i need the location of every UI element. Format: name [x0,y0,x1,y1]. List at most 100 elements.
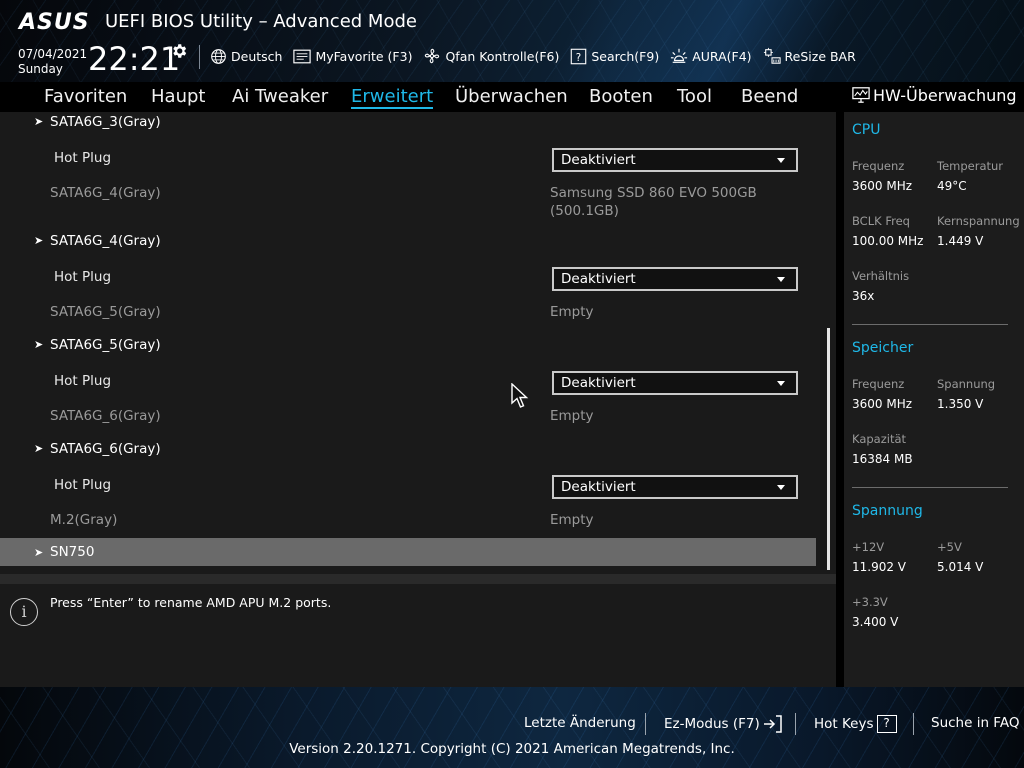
device-name: Samsung SSD 860 EVO 500GB [550,185,757,201]
resize-bar-button[interactable]: ReSize BAR [763,47,856,65]
hot-keys-button[interactable]: Hot Keys ? [814,715,897,733]
help-text: Press “Enter” to rename AMD APU M.2 port… [50,595,332,610]
v5-label: +5V [937,540,962,554]
mem-freq-label: Frequenz [852,377,905,391]
faq-label: Suche in FAQ [931,715,1020,731]
hot-plug-dropdown[interactable]: Deaktiviert [552,148,798,172]
core-voltage-value: 1.449 V [937,234,984,248]
myfavorite-button[interactable]: MyFavorite (F3) [293,49,412,64]
tab-beend[interactable]: Beend [741,86,798,107]
v33-value: 3.400 V [852,615,899,629]
v12-label: +12V [852,540,885,554]
hot-keys-label: Hot Keys [814,716,874,732]
asus-logo: ASUS [19,10,90,35]
bclk-freq-value: 100.00 MHz [852,234,924,248]
scrollbar[interactable] [827,328,830,570]
setting-label: Hot Plug [54,150,112,166]
submenu-label: SATA6G_4(Gray) [50,233,161,249]
memory-section-title: Speicher [852,340,914,356]
info-icon: i [10,598,38,626]
monitor-icon [852,87,870,103]
search-help-icon: ? [571,48,587,64]
mem-freq-value: 3600 MHz [852,397,913,411]
section-divider [852,487,1008,488]
device-capacity: (500.1GB) [550,203,619,219]
v12-value: 11.902 V [852,560,907,574]
mem-voltage-value: 1.350 V [937,397,984,411]
tab-booten[interactable]: Booten [589,86,653,107]
setting-row-hot-plug: Hot Plug Deaktiviert [0,473,816,501]
dropdown-value: Deaktiviert [561,271,636,287]
section-divider [852,324,1008,325]
exit-to-ez-icon [763,715,782,733]
header-bar: ASUS UEFI BIOS Utility – Advanced Mode 0… [0,0,1024,82]
v5-value: 5.014 V [937,560,984,574]
footer-separator [913,713,914,735]
panel-divider [836,82,844,687]
ratio-value: 36x [852,289,875,303]
search-button[interactable]: ? Search(F9) [570,48,659,65]
gear-icon[interactable] [170,42,188,60]
mem-capacity-label: Kapazität [852,432,907,446]
hw-monitor-header: HW-Überwachung [844,82,1024,112]
mem-voltage-label: Spannung [937,377,996,391]
header-toolbar: Deutsch MyFavorite (F3) Qfan Kontrolle(F… [210,46,867,66]
submenu-sata6g-6[interactable]: ➤ SATA6G_6(Gray) [0,439,816,461]
setting-label: Hot Plug [54,373,112,389]
ez-mode-button[interactable]: Ez-Modus (F7) [664,715,783,733]
submenu-label: SATA6G_5(Gray) [50,337,161,353]
setting-label: Hot Plug [54,269,112,285]
tab-tool[interactable]: Tool [677,86,712,107]
setting-row-hot-plug: Hot Plug Deaktiviert [0,265,816,293]
cpu-temp-label: Temperatur [937,159,1004,173]
setting-label: Hot Plug [54,477,112,493]
cpu-section-title: CPU [852,122,881,138]
info-row-m2: M.2(Gray) Empty [0,511,816,533]
copyright-text: Version 2.20.1271. Copyright (C) 2021 Am… [289,741,735,757]
hot-plug-dropdown[interactable]: Deaktiviert [552,475,798,499]
date-display: 07/04/2021 Sunday [18,47,87,77]
submenu-sata6g-3[interactable]: ➤ SATA6G_3(Gray) [0,112,816,134]
last-change-button[interactable]: Letzte Änderung [524,715,636,731]
aura-button[interactable]: AURA(F4) [670,47,752,65]
tab-ai-tweaker[interactable]: Ai Tweaker [232,86,328,107]
tab-erweitert[interactable]: Erweitert [351,86,434,109]
v33-label: +3.3V [852,595,888,609]
help-key-icon: ? [876,715,897,733]
qfan-button[interactable]: Qfan Kontrolle(F6) [423,47,559,65]
aura-label: AURA(F4) [692,48,752,64]
submenu-arrow-icon: ➤ [34,442,44,455]
footer-separator [645,713,646,735]
info-label: SATA6G_4(Gray) [50,185,161,201]
submenu-arrow-icon: ➤ [34,546,44,559]
language-button[interactable]: Deutsch [210,48,282,65]
submenu-arrow-icon: ➤ [34,234,44,247]
mouse-pointer-icon [511,383,529,408]
hw-monitor-title: HW-Überwachung [873,86,1017,105]
chevron-down-icon [777,277,785,282]
info-value: Empty [550,408,594,424]
submenu-sn750[interactable]: ➤ SN750 [0,538,816,566]
info-value: Samsung SSD 860 EVO 500GB (500.1GB) [550,184,757,220]
dropdown-value: Deaktiviert [561,479,636,495]
core-voltage-label: Kernspannung [937,214,1020,228]
date-text: 07/04/2021 [18,47,88,61]
ez-mode-label: Ez-Modus (F7) [664,716,760,732]
submenu-sata6g-5[interactable]: ➤ SATA6G_5(Gray) [0,335,816,357]
faq-search-button[interactable]: Suche in FAQ [931,715,1019,731]
submenu-label: SATA6G_3(Gray) [50,114,161,130]
submenu-sata6g-4[interactable]: ➤ SATA6G_4(Gray) [0,231,816,253]
setting-row-hot-plug: Hot Plug Deaktiviert [0,369,816,397]
tab-favoriten[interactable]: Favoriten [44,86,127,107]
clock: 22:21 [88,40,181,78]
hot-plug-dropdown[interactable]: Deaktiviert [552,267,798,291]
chevron-down-icon [777,485,785,490]
voltage-section-title: Spannung [852,503,923,519]
tab-ueberwachen[interactable]: Überwachen [455,86,568,107]
dropdown-value: Deaktiviert [561,152,636,168]
hot-plug-dropdown[interactable]: Deaktiviert [552,371,798,395]
ratio-label: Verhältnis [852,269,910,283]
search-label: Search(F9) [591,48,660,64]
svg-text:?: ? [576,52,581,63]
tab-haupt[interactable]: Haupt [151,86,205,107]
